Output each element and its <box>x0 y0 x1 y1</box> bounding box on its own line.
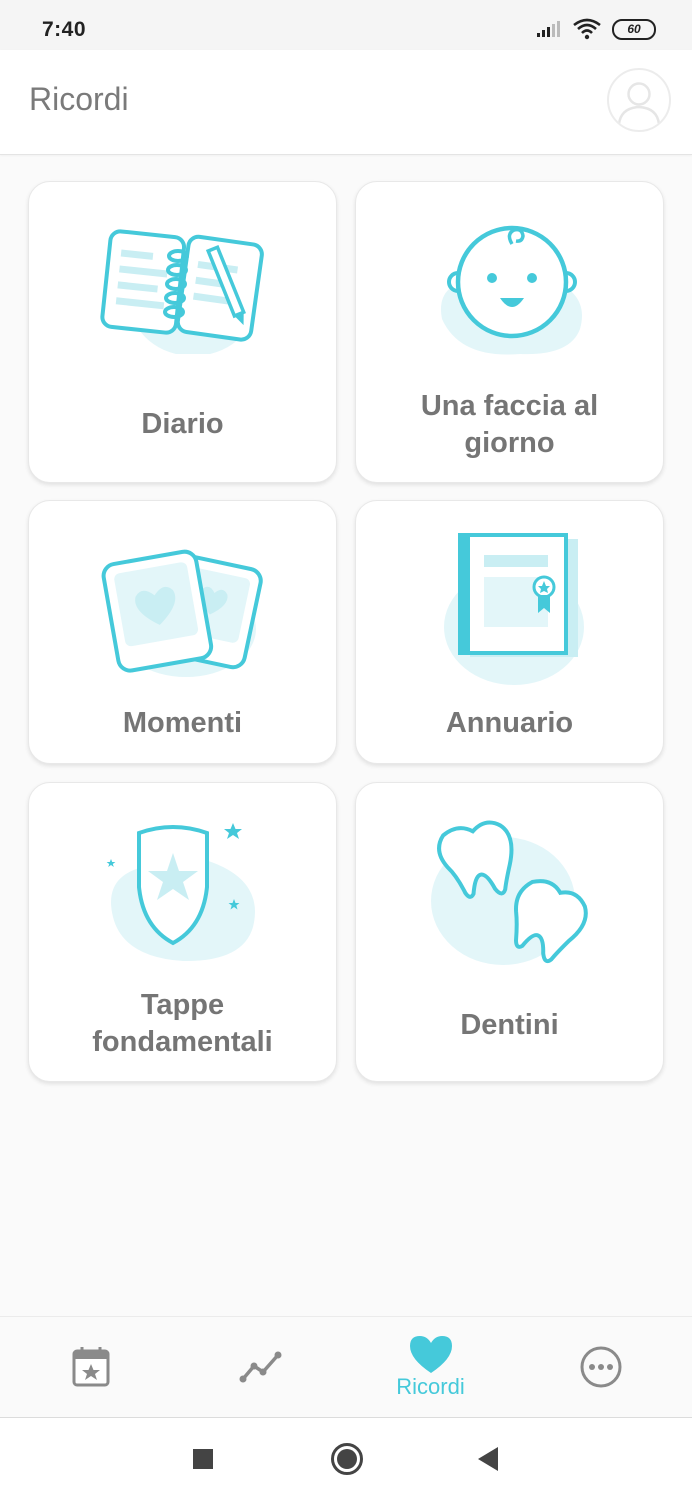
card-faccia-label: Una faccia al giorno <box>420 390 599 459</box>
teeth-icon <box>430 820 588 965</box>
card-momenti-label: Momenti <box>122 707 243 739</box>
card-diario[interactable]: Diario <box>28 181 337 483</box>
nav-calendar[interactable] <box>4 1317 177 1417</box>
recent-apps-icon[interactable] <box>192 1448 214 1470</box>
bottom-nav: Ricordi <box>0 1316 692 1417</box>
wifi-icon <box>573 18 601 40</box>
home-icon[interactable] <box>330 1442 364 1476</box>
heart-icon <box>409 1336 452 1373</box>
nav-ricordi[interactable]: Ricordi <box>344 1317 517 1417</box>
more-icon <box>580 1346 621 1388</box>
nav-ricordi-label: Ricordi <box>396 1374 465 1399</box>
system-nav-bar <box>0 1417 692 1501</box>
user-avatar-icon[interactable] <box>607 68 671 132</box>
baby-face-icon <box>440 225 582 355</box>
battery-icon: 60 <box>612 18 656 40</box>
status-bar: 7:40 60 <box>0 0 692 50</box>
card-dentini-label: Dentini <box>460 1009 559 1041</box>
yearbook-icon <box>443 533 584 685</box>
back-icon[interactable] <box>476 1446 500 1472</box>
shield-star-icon <box>106 823 255 962</box>
card-tappe[interactable]: Tappe fondamentali <box>28 782 337 1082</box>
battery-level: 60 <box>627 22 641 36</box>
nav-more[interactable] <box>514 1317 687 1417</box>
app-bar: Ricordi <box>0 50 692 155</box>
photos-heart-icon <box>101 549 263 677</box>
page-title: Ricordi <box>29 81 129 117</box>
card-momenti[interactable]: Momenti <box>28 500 337 764</box>
card-dentini[interactable]: Dentini <box>355 782 664 1082</box>
card-annuario[interactable]: Annuario <box>355 500 664 764</box>
nav-growth[interactable] <box>174 1317 347 1417</box>
status-time: 7:40 <box>42 18 87 41</box>
card-faccia[interactable]: Una faccia al giorno <box>355 181 664 483</box>
card-annuario-label: Annuario <box>445 707 574 739</box>
calendar-star-icon <box>72 1347 109 1387</box>
card-diario-label: Diario <box>141 408 224 440</box>
card-tappe-label: Tappe fondamentali <box>92 989 273 1058</box>
diary-notebook-icon <box>99 229 264 354</box>
signal-icon <box>537 21 560 37</box>
growth-chart-icon <box>239 1351 281 1383</box>
